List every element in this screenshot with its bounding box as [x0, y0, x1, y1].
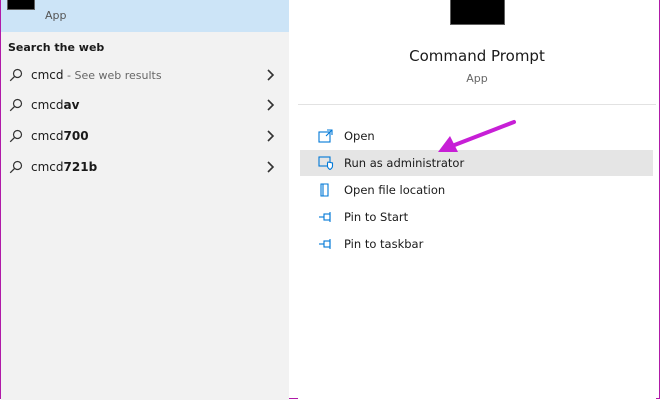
web-result-item[interactable]: cmcd - See web results [1, 60, 289, 90]
open-icon [318, 129, 333, 143]
action-pin-to-taskbar[interactable]: Pin to taskbar [300, 231, 653, 257]
web-result-item[interactable]: cmcd721b [1, 152, 289, 182]
pin-icon [319, 239, 331, 249]
web-result-label: cmcdav [31, 98, 80, 112]
command-prompt-thumbnail-icon [7, 0, 35, 10]
action-label: Run as administrator [344, 156, 465, 170]
section-title-search-web: Search the web [8, 41, 105, 54]
chevron-right-icon [267, 161, 275, 173]
action-open-file-location[interactable]: Open file location [300, 177, 653, 203]
web-result-label: cmcd721b [31, 160, 98, 174]
web-result-item[interactable]: cmcdav [1, 90, 289, 120]
file-location-icon [320, 183, 329, 197]
shield-icon [318, 156, 334, 170]
chevron-right-icon [267, 130, 275, 142]
search-icon [9, 68, 23, 82]
web-result-label: cmcd700 [31, 129, 89, 143]
divider [298, 104, 656, 105]
best-match-item[interactable]: App [1, 0, 289, 32]
action-label: Pin to taskbar [344, 237, 424, 251]
search-icon [9, 129, 23, 143]
search-results-pane: App Search the web cmcd - See web result… [1, 0, 289, 400]
action-label: Open file location [344, 183, 446, 197]
pin-icon [319, 212, 331, 222]
annotation-arrow-icon [438, 120, 516, 152]
app-title: Command Prompt [409, 47, 545, 65]
web-result-label: cmcd - See web results [31, 68, 162, 82]
app-type: App [466, 72, 488, 85]
search-icon [9, 160, 23, 174]
action-pin-to-start[interactable]: Pin to Start [300, 204, 653, 230]
action-label: Open [344, 129, 375, 143]
chevron-right-icon [267, 99, 275, 111]
search-icon [9, 98, 23, 112]
best-match-type: App [45, 9, 67, 22]
command-prompt-app-icon [450, 0, 505, 25]
action-label: Pin to Start [344, 210, 409, 224]
chevron-right-icon [267, 69, 275, 81]
web-result-item[interactable]: cmcd700 [1, 121, 289, 151]
app-details-pane: Command Prompt App Open Run as administr… [298, 0, 656, 400]
